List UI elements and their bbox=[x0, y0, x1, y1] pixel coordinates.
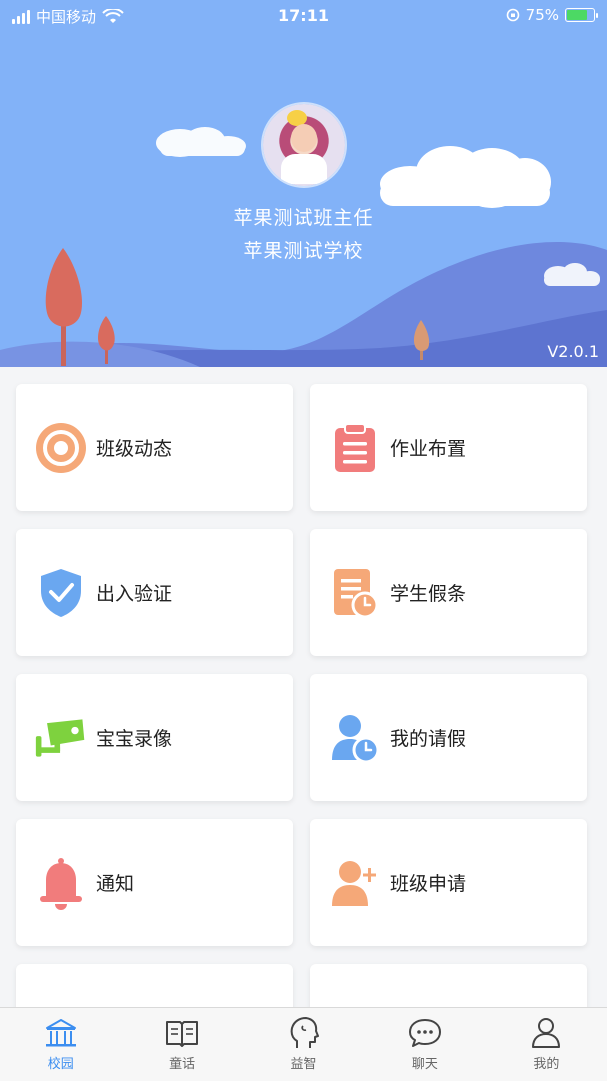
version-label: V2.0.1 bbox=[547, 342, 599, 361]
tab-label: 聊天 bbox=[411, 1057, 438, 1072]
battery-percent: 75% bbox=[525, 6, 559, 24]
tab-campus[interactable]: 校园 bbox=[0, 1008, 121, 1081]
status-bar: 中国移动 17:11 75% bbox=[0, 0, 607, 32]
shield-check-icon bbox=[34, 566, 88, 620]
profile-header: 中国移动 17:11 75% 苹果测试班主任 苹果测试学校 V2.0.1 bbox=[0, 0, 607, 367]
menu-baby-video[interactable]: 宝宝录像 bbox=[16, 674, 293, 801]
menu-label: 我的请假 bbox=[390, 728, 467, 750]
orientation-lock-icon bbox=[506, 8, 519, 22]
school-icon bbox=[44, 1016, 78, 1050]
tab-label: 我的 bbox=[533, 1057, 560, 1072]
battery-icon bbox=[565, 8, 598, 22]
menu-label: 通知 bbox=[96, 873, 135, 895]
person-icon bbox=[529, 1016, 563, 1050]
class-news-icon bbox=[34, 421, 88, 475]
camera-icon bbox=[34, 711, 88, 765]
user-name: 苹果测试班主任 bbox=[233, 207, 374, 229]
add-user-icon bbox=[328, 856, 382, 910]
menu-label: 宝宝录像 bbox=[96, 728, 173, 750]
bell-icon bbox=[34, 856, 88, 910]
menu-student-leave[interactable]: 学生假条 bbox=[310, 529, 587, 656]
tab-puzzle[interactable]: 益智 bbox=[243, 1008, 364, 1081]
menu-class-apply[interactable]: 班级申请 bbox=[310, 819, 587, 946]
tab-me[interactable]: 我的 bbox=[486, 1008, 607, 1081]
menu-label: 作业布置 bbox=[390, 438, 467, 460]
menu-entry-verify[interactable]: 出入验证 bbox=[16, 529, 293, 656]
tab-label: 校园 bbox=[47, 1057, 74, 1072]
battery-info: 75% bbox=[506, 6, 598, 24]
feature-grid: 班级动态 作业布置 出入验证 学生假条 宝宝录像 我的请假 通知 班级申请 bbox=[16, 384, 587, 946]
student-leave-icon bbox=[328, 566, 382, 620]
menu-label: 班级动态 bbox=[96, 438, 173, 460]
menu-label: 学生假条 bbox=[390, 583, 467, 605]
menu-class-news[interactable]: 班级动态 bbox=[16, 384, 293, 511]
tab-label: 益智 bbox=[290, 1057, 317, 1072]
tab-label: 童话 bbox=[169, 1057, 196, 1072]
menu-label: 出入验证 bbox=[96, 583, 173, 605]
menu-homework[interactable]: 作业布置 bbox=[310, 384, 587, 511]
school-name: 苹果测试学校 bbox=[243, 240, 364, 262]
tab-bar: 校园 童话 益智 聊天 我的 bbox=[0, 1007, 607, 1081]
head-icon bbox=[287, 1016, 321, 1050]
tab-stories[interactable]: 童话 bbox=[121, 1008, 242, 1081]
homework-icon bbox=[328, 421, 382, 475]
chat-icon bbox=[408, 1016, 442, 1050]
menu-notice[interactable]: 通知 bbox=[16, 819, 293, 946]
my-leave-icon bbox=[328, 711, 382, 765]
avatar[interactable] bbox=[263, 104, 345, 186]
menu-my-leave[interactable]: 我的请假 bbox=[310, 674, 587, 801]
menu-label: 班级申请 bbox=[390, 873, 467, 895]
tab-chat[interactable]: 聊天 bbox=[364, 1008, 485, 1081]
book-icon bbox=[165, 1016, 199, 1050]
